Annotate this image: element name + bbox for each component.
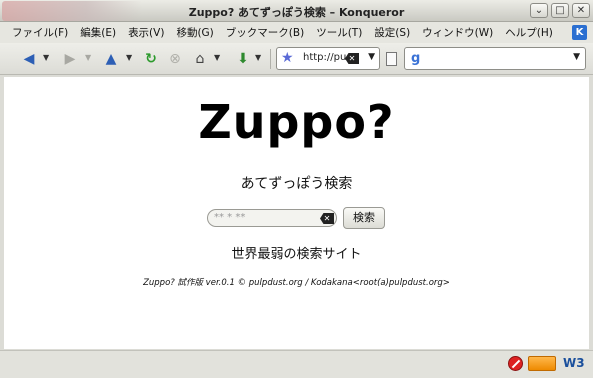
- footer-credit: Zuppo? 試作版 ver.0.1 © pulpdust.org / Koda…: [143, 278, 450, 288]
- window-title: Zuppo? あてずっぽう検索 – Konqueror: [188, 6, 405, 19]
- close-button[interactable]: ✕: [572, 3, 590, 18]
- maximize-button[interactable]: □: [551, 3, 569, 18]
- menu-go[interactable]: 移動(G): [170, 25, 219, 40]
- page-subtitle: あてずっぽう検索: [240, 176, 353, 192]
- page-content: Zuppo? あてずっぽう検索 ** * ** ✕ 検索 世界最弱の検索サイト …: [4, 77, 589, 349]
- window-controls: ⌄ □ ✕: [530, 3, 590, 18]
- document-icon[interactable]: [386, 52, 397, 66]
- status-bar: W3: [0, 350, 593, 378]
- forward-dropdown-icon[interactable]: ▼: [85, 53, 91, 62]
- url-dropdown-icon[interactable]: ▼: [368, 52, 375, 62]
- menu-bar: ファイル(F) 編集(E) 表示(V) 移動(G) ブックマーク(B) ツール(…: [0, 22, 593, 43]
- download-icon[interactable]: ⬇: [234, 50, 252, 68]
- menu-settings[interactable]: 設定(S): [368, 25, 416, 40]
- tagline: 世界最弱の検索サイト: [231, 247, 362, 262]
- reload-icon[interactable]: ↻: [142, 50, 160, 68]
- menu-bookmarks[interactable]: ブックマーク(B): [220, 25, 310, 40]
- forward-icon[interactable]: ▶: [61, 50, 79, 68]
- location-bar[interactable]: ★ http://pu ✕ ▼: [276, 47, 380, 70]
- page-title: Zuppo?: [198, 95, 395, 149]
- back-dropdown-icon[interactable]: ▼: [43, 53, 49, 62]
- google-icon[interactable]: g: [411, 51, 420, 66]
- w3-validator-icon[interactable]: W3: [563, 356, 585, 370]
- back-icon[interactable]: ◀: [20, 50, 38, 68]
- bookmark-star-icon[interactable]: ★: [281, 50, 294, 66]
- home-dropdown-icon[interactable]: ▼: [214, 53, 220, 62]
- stop-icon[interactable]: ⊗: [166, 50, 184, 68]
- menu-edit[interactable]: 編集(E): [74, 25, 122, 40]
- up-icon[interactable]: ▲: [102, 50, 120, 68]
- menu-window[interactable]: ウィンドウ(W): [416, 25, 499, 40]
- menu-help[interactable]: ヘルプ(H): [499, 25, 559, 40]
- url-text[interactable]: http://pu: [303, 52, 349, 63]
- block-icon[interactable]: [508, 356, 523, 371]
- toolbar-separator: [270, 49, 271, 69]
- rss-feed-icon[interactable]: [528, 356, 556, 371]
- title-bar: Zuppo? あてずっぽう検索 – Konqueror ⌄ □ ✕: [0, 0, 593, 22]
- home-icon[interactable]: ⌂: [191, 50, 209, 68]
- up-dropdown-icon[interactable]: ▼: [126, 53, 132, 62]
- web-search-box[interactable]: g ▼: [404, 47, 586, 70]
- menu-file[interactable]: ファイル(F): [6, 25, 74, 40]
- download-dropdown-icon[interactable]: ▼: [255, 53, 261, 62]
- kde-icon[interactable]: K: [572, 25, 587, 40]
- menu-view[interactable]: 表示(V): [122, 25, 170, 40]
- menu-tools[interactable]: ツール(T): [310, 25, 368, 40]
- search-form: ** * ** ✕ 検索: [207, 207, 407, 229]
- minimize-button[interactable]: ⌄: [530, 3, 548, 18]
- search-button[interactable]: 検索: [343, 207, 385, 229]
- search-input[interactable]: ** * **: [207, 209, 337, 227]
- search-dropdown-icon[interactable]: ▼: [573, 52, 580, 62]
